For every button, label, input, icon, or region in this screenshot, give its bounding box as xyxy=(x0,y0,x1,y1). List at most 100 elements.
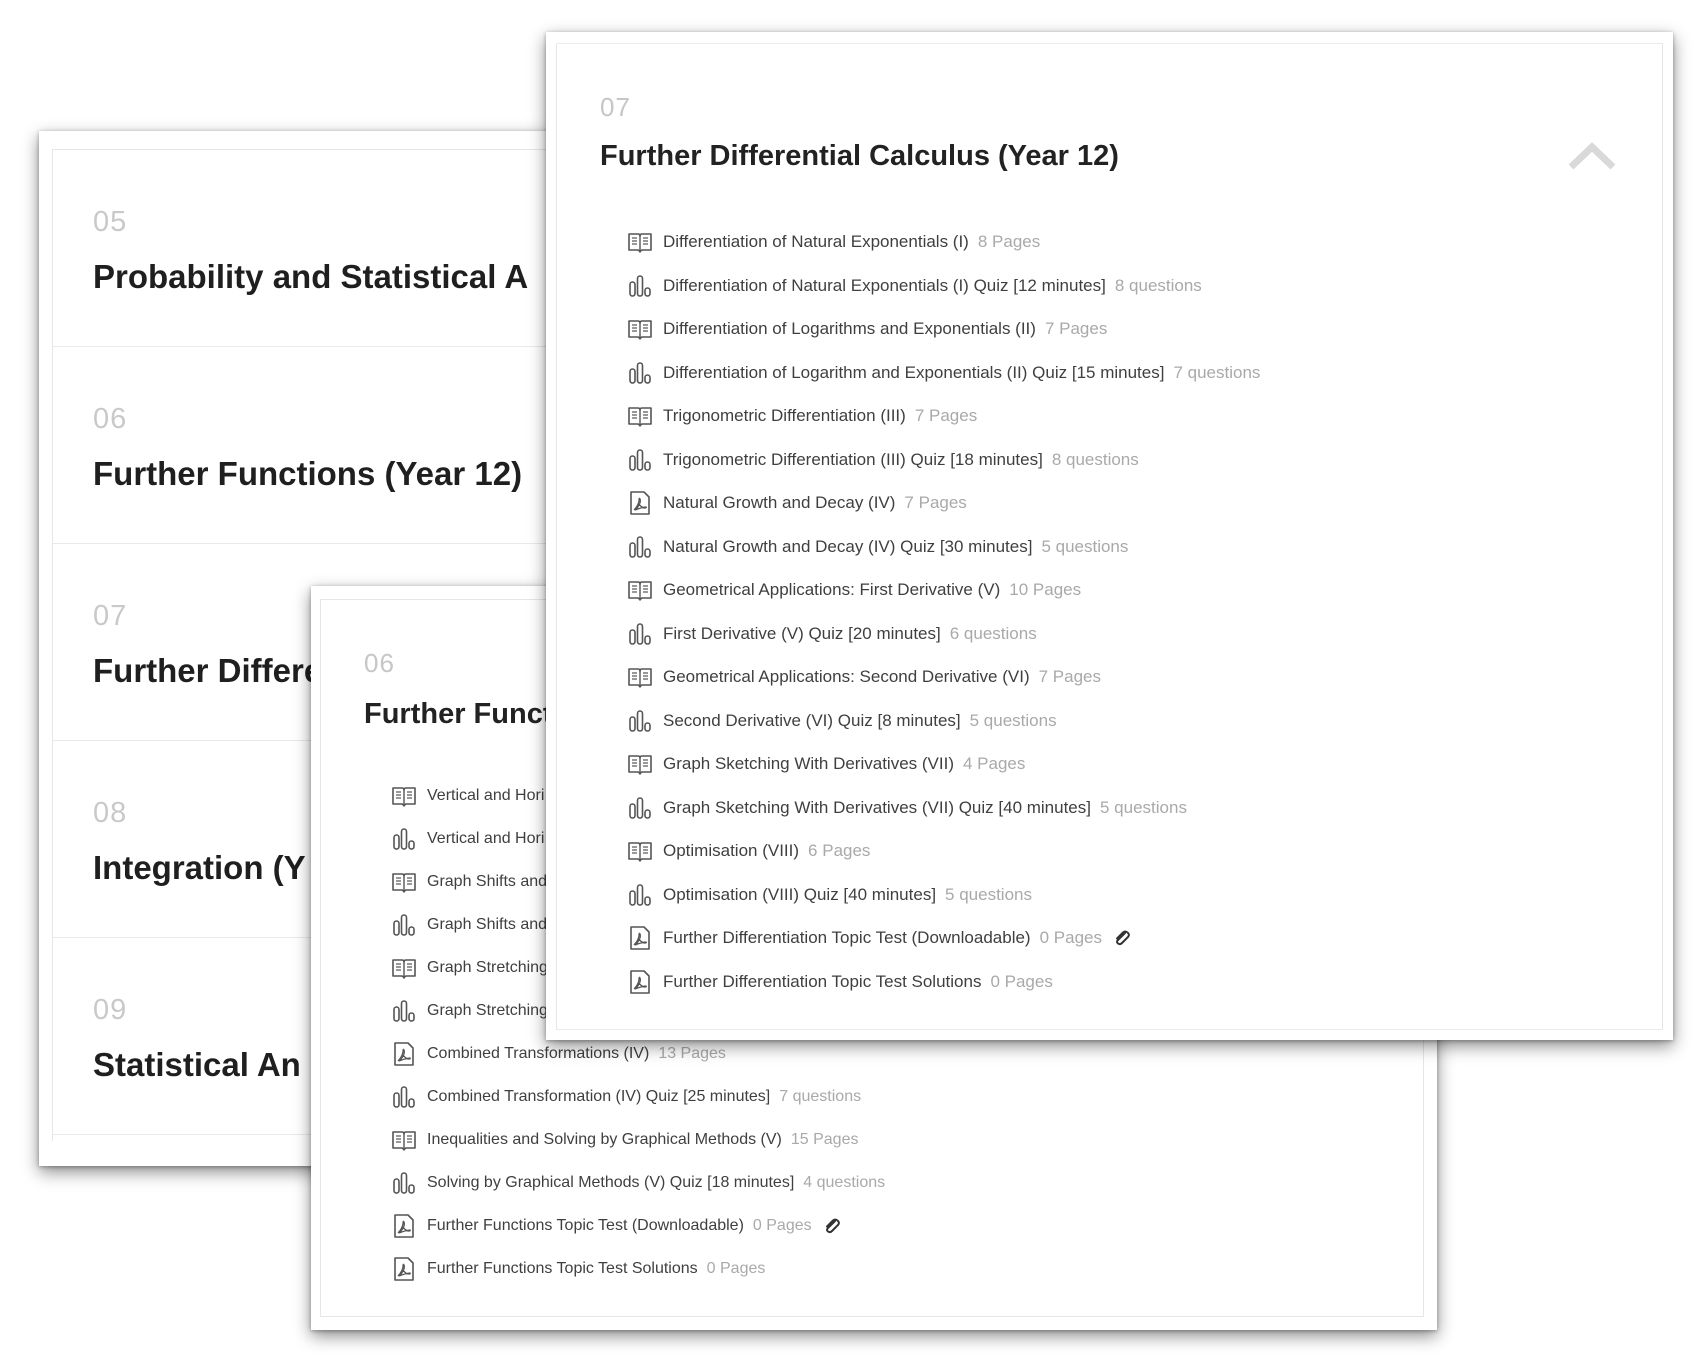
lesson-title: Inequalities and Solving by Graphical Me… xyxy=(427,1131,782,1148)
lesson-title: Second Derivative (VI) Quiz [8 minutes] xyxy=(663,710,961,730)
collapse-section-button[interactable] xyxy=(1567,137,1617,173)
lesson-item[interactable]: Optimisation (VIII) 6 Pages xyxy=(627,831,870,871)
lesson-item[interactable]: Graph Sketching With Derivatives (VII) Q… xyxy=(627,788,1187,828)
lesson-item[interactable]: Geometrical Applications: First Derivati… xyxy=(627,570,1081,610)
lesson-item[interactable]: Further Differentiation Topic Test Solut… xyxy=(627,962,1053,1002)
pdf-icon xyxy=(627,969,653,995)
lesson-meta: 13 Pages xyxy=(658,1045,726,1062)
section-number: 07 xyxy=(600,92,631,122)
lesson-meta: 5 questions xyxy=(945,884,1032,904)
lesson-meta: 8 questions xyxy=(1114,275,1202,295)
quiz-icon xyxy=(391,998,417,1024)
lesson-title: Natural Growth and Decay (IV) xyxy=(663,493,896,512)
book-icon xyxy=(391,1127,417,1153)
lesson-title: Optimisation (VIII) Quiz [40 minutes] xyxy=(663,884,937,904)
lesson-item[interactable]: Vertical and Hori xyxy=(391,776,544,816)
quiz-icon xyxy=(627,795,653,821)
lesson-item[interactable]: Natural Growth and Decay (IV) 7 Pages xyxy=(627,483,967,523)
section-header-06[interactable]: 06 Further Functions (Year 12) xyxy=(53,347,558,544)
book-icon xyxy=(391,783,417,809)
quiz-icon xyxy=(627,534,653,560)
lesson-item[interactable]: Vertical and Hori xyxy=(391,819,544,859)
lesson-meta: 4 questions xyxy=(803,1174,886,1191)
lesson-meta: 0 Pages xyxy=(1039,928,1102,947)
lesson-title: Differentiation of Logarithm and Exponen… xyxy=(663,362,1165,382)
lesson-item[interactable]: Graph Stretching xyxy=(391,991,548,1031)
lesson-title: Graph Stretching xyxy=(427,959,548,976)
book-icon xyxy=(627,577,653,603)
lesson-title: Geometrical Applications: First Derivati… xyxy=(663,580,1001,599)
lesson-item[interactable]: Differentiation of Natural Exponentials … xyxy=(627,266,1202,306)
lesson-item[interactable]: Graph Stretching xyxy=(391,948,548,988)
lesson-meta: 15 Pages xyxy=(790,1131,859,1148)
lesson-item[interactable]: Differentiation of Natural Exponentials … xyxy=(627,222,1040,262)
lesson-item[interactable]: Combined Transformations (IV) 13 Pages xyxy=(391,1034,726,1074)
lesson-item[interactable]: Graph Shifts and xyxy=(391,905,547,945)
pdf-icon xyxy=(391,1041,417,1067)
section-title[interactable]: Further Differential Calculus (Year 12) xyxy=(600,140,1119,173)
lesson-meta: 0 Pages xyxy=(990,971,1053,991)
lesson-item[interactable]: First Derivative (V) Quiz [20 minutes] 6 … xyxy=(627,614,1037,654)
book-icon xyxy=(391,955,417,981)
pdf-icon xyxy=(627,925,653,951)
lesson-title: Trigonometric Differentiation (III) Quiz… xyxy=(663,449,1043,469)
lesson-title: Trigonometric Differentiation (III) xyxy=(663,406,906,425)
section-number: 06 xyxy=(93,403,128,435)
lesson-item[interactable]: Further Functions Topic Test (Downloadab… xyxy=(391,1206,842,1246)
lesson-item[interactable]: Second Derivative (VI) Quiz [8 minutes] 5… xyxy=(627,701,1057,741)
lesson-title: Geometrical Applications: Second Derivat… xyxy=(663,667,1030,686)
section-header-05[interactable]: 05 Probability and Statistical A xyxy=(53,150,558,347)
lesson-item[interactable]: Trigonometric Differentiation (III) Quiz… xyxy=(627,440,1139,480)
lesson-item[interactable]: Optimisation (VIII) Quiz [40 minutes] 5 q… xyxy=(627,875,1032,915)
lesson-item[interactable]: Differentiation of Logarithms and Expone… xyxy=(627,309,1107,349)
lesson-item[interactable]: Trigonometric Differentiation (III) 7 Pag… xyxy=(627,396,977,436)
quiz-icon xyxy=(391,1084,417,1110)
lesson-item[interactable]: Graph Shifts and xyxy=(391,862,547,902)
lesson-title: First Derivative (V) Quiz [20 minutes] xyxy=(663,623,941,643)
lesson-item[interactable]: Combined Transformation (IV) Quiz [25 mi… xyxy=(391,1077,861,1117)
lesson-title: Differentiation of Natural Exponentials … xyxy=(663,232,969,251)
lesson-meta: 4 Pages xyxy=(962,754,1026,773)
lesson-title: Graph Sketching With Derivatives (VII) Q… xyxy=(663,797,1091,817)
pdf-icon xyxy=(627,490,653,516)
lesson-title: Graph Sketching With Derivatives (VII) xyxy=(663,754,954,773)
lesson-item[interactable]: Solving by Graphical Methods (V) Quiz [1… xyxy=(391,1163,885,1203)
quiz-icon xyxy=(627,447,653,473)
lesson-item[interactable]: Further Differentiation Topic Test (Down… xyxy=(627,918,1132,958)
lesson-title: Differentiation of Logarithms and Expone… xyxy=(663,319,1036,338)
lesson-title: Further Functions Topic Test (Downloadab… xyxy=(427,1217,744,1234)
paperclip-icon[interactable] xyxy=(1112,928,1132,948)
quiz-icon xyxy=(391,1170,417,1196)
lesson-title: Optimisation (VIII) xyxy=(663,841,800,860)
lesson-item[interactable]: Geometrical Applications: Second Derivat… xyxy=(627,657,1101,697)
lesson-meta: 0 Pages xyxy=(706,1260,766,1277)
section-title: Further Differe xyxy=(93,652,323,689)
lesson-meta: 7 questions xyxy=(1173,362,1261,382)
lesson-item[interactable]: Graph Sketching With Derivatives (VII) 4 … xyxy=(627,744,1025,784)
lesson-meta: 7 Pages xyxy=(904,493,967,512)
section-number: 07 xyxy=(93,600,128,632)
lesson-title: Vertical and Hori xyxy=(427,830,545,847)
lesson-meta: 8 questions xyxy=(1051,449,1139,469)
section-number: 05 xyxy=(93,206,128,238)
lesson-item[interactable]: Further Functions Topic Test Solutions 0 … xyxy=(391,1249,765,1289)
book-icon xyxy=(627,229,653,255)
paperclip-icon[interactable] xyxy=(822,1216,842,1236)
lesson-title: Graph Shifts and xyxy=(427,873,548,890)
section-title: Further Functions (Year 12) xyxy=(93,455,523,492)
lesson-meta: 5 questions xyxy=(969,710,1057,730)
lesson-item[interactable]: Differentiation of Logarithm and Exponen… xyxy=(627,353,1260,393)
quiz-icon xyxy=(627,273,653,299)
lesson-item[interactable]: Natural Growth and Decay (IV) Quiz [30 m… xyxy=(627,527,1128,567)
section-number: 09 xyxy=(93,994,128,1026)
lesson-meta: 7 Pages xyxy=(1038,667,1101,686)
lesson-item[interactable]: Inequalities and Solving by Graphical Me… xyxy=(391,1120,858,1160)
lesson-title: Differentiation of Natural Exponentials … xyxy=(663,275,1106,295)
chevron-up-icon xyxy=(1568,142,1616,170)
quiz-icon xyxy=(627,882,653,908)
section-title[interactable]: Further Funct xyxy=(364,698,553,731)
lesson-title: Combined Transformation (IV) Quiz [25 mi… xyxy=(427,1088,771,1105)
lesson-title: Further Functions Topic Test Solutions xyxy=(427,1260,698,1277)
section-number: 08 xyxy=(93,797,128,829)
pdf-icon xyxy=(391,1213,417,1239)
